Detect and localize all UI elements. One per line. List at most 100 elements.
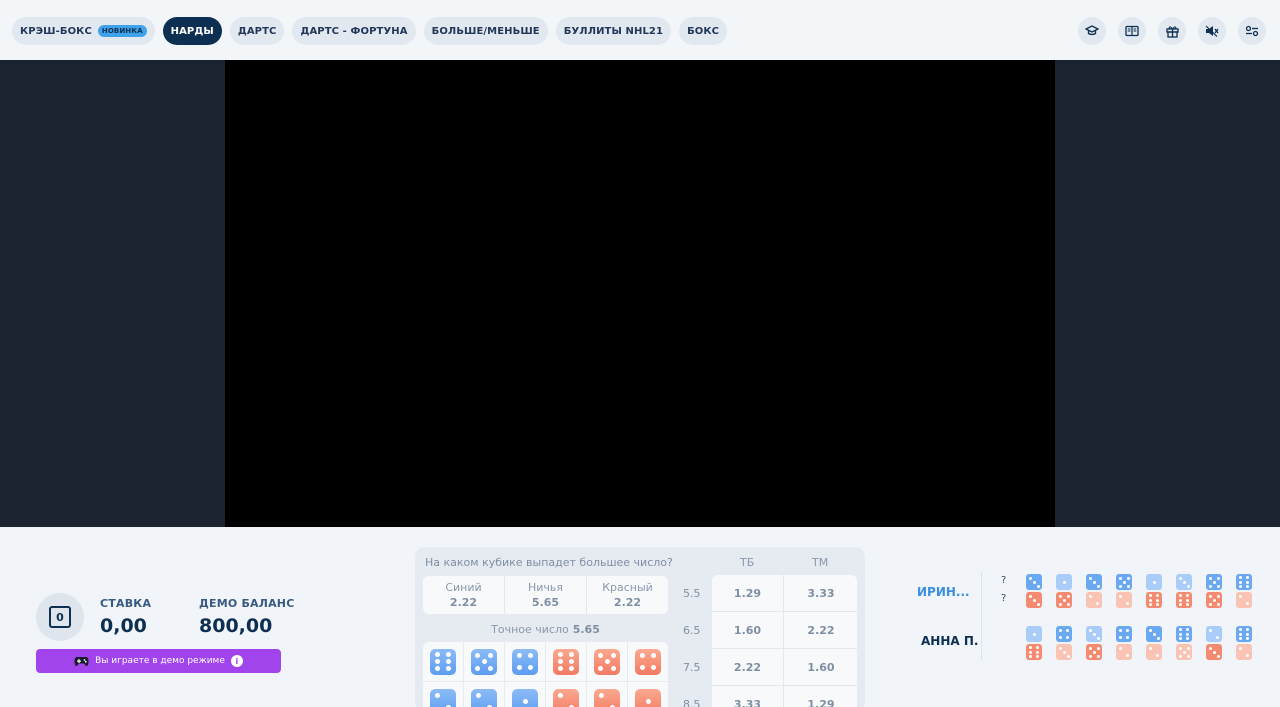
over-odds-button[interactable]: 3.33	[712, 686, 784, 707]
exact-number-option[interactable]	[464, 642, 505, 682]
settings-sliders-icon	[1245, 25, 1259, 37]
exact-number-odds: 5.65	[572, 623, 600, 636]
blue-die-1-icon	[512, 688, 538, 707]
history-die-icon	[1086, 574, 1102, 590]
exact-number-option[interactable]	[587, 642, 628, 682]
tab-backgammon[interactable]: НАРДЫ	[162, 17, 222, 45]
exact-number-option[interactable]	[423, 642, 464, 682]
history-die-icon	[1206, 592, 1222, 608]
exact-number-option[interactable]	[423, 682, 464, 707]
tab-higher-lower[interactable]: БОЛЬШЕ/МЕНЬШЕ	[423, 17, 548, 45]
tab-label: БОКС	[687, 25, 720, 37]
exact-number-option[interactable]	[464, 682, 505, 707]
tab-darts[interactable]: ДАРТС	[229, 17, 285, 45]
history-die-icon	[1176, 574, 1192, 590]
blue-die-5-icon	[471, 648, 497, 675]
over-odds-button[interactable]: 1.60	[712, 612, 784, 649]
history-divider	[981, 572, 982, 660]
history-die-icon	[1026, 592, 1042, 608]
blue-die-2-icon	[471, 688, 497, 707]
total-line: 7.5	[683, 661, 701, 674]
demo-mode-banner[interactable]: Вы играете в демо режиме i	[36, 649, 281, 673]
betting-area: 0 СТАВКА 0,00 ДЕМО БАЛАНС 800,00 Вы игра…	[0, 527, 1280, 707]
tab-label: ДАРТС - ФОРТУНА	[300, 25, 408, 37]
history-die-icon	[1236, 626, 1252, 642]
tab-darts-fortuna[interactable]: ДАРТС - ФОРТУНА	[292, 17, 416, 45]
option-name: Красный	[602, 581, 653, 594]
history-die-icon	[1086, 592, 1102, 608]
video-stream[interactable]	[225, 60, 1055, 527]
tab-label: БОЛЬШЕ/МЕНЬШЕ	[431, 25, 540, 37]
totals-row: 2.22 1.60	[712, 649, 857, 686]
history-die-icon	[1146, 574, 1162, 590]
exact-number-option[interactable]	[546, 682, 587, 707]
rules-book-icon	[1125, 25, 1139, 37]
chip-icon: 0	[49, 606, 71, 628]
tab-label: НАРДЫ	[170, 25, 214, 37]
over-odds-button[interactable]: 2.22	[712, 649, 784, 686]
red-die-2-icon	[594, 688, 620, 707]
history-die-icon	[1026, 644, 1042, 660]
bet-option-red[interactable]: Красный 2.22	[587, 576, 668, 614]
tab-label: БУЛЛИТЫ NHL21	[563, 25, 664, 37]
settings-button[interactable]	[1238, 17, 1266, 45]
under-odds-button[interactable]: 3.33	[785, 575, 857, 612]
over-odds-button[interactable]: 1.29	[712, 575, 784, 612]
red-die-2-icon	[553, 688, 579, 707]
top-navigation-bar: КРЭШ-БОКС НОВИНКА НАРДЫ ДАРТС ДАРТС - ФО…	[0, 0, 1280, 60]
exact-number-option[interactable]	[628, 642, 668, 682]
history-die-icon	[1206, 574, 1222, 590]
sound-toggle-button[interactable]	[1198, 17, 1226, 45]
chip-selector[interactable]: 0	[36, 593, 84, 641]
history-die-icon	[1146, 644, 1162, 660]
exact-number-option[interactable]	[587, 682, 628, 707]
info-icon[interactable]: i	[230, 655, 243, 667]
history-die-icon	[1176, 626, 1192, 642]
bet-option-draw[interactable]: Ничья 5.65	[505, 576, 587, 614]
balance-value: 800,00	[199, 615, 273, 637]
history-die-icon	[1206, 644, 1222, 660]
bet-option-blue[interactable]: Синий 2.22	[423, 576, 505, 614]
tab-shootouts-nhl21[interactable]: БУЛЛИТЫ NHL21	[555, 17, 672, 45]
sound-muted-icon	[1205, 25, 1219, 37]
balance-label: ДЕМО БАЛАНС	[199, 597, 295, 610]
exact-number-dice-grid	[423, 642, 668, 707]
new-badge: НОВИНКА	[97, 25, 147, 37]
blue-die-6-icon	[430, 648, 456, 675]
exact-number-option[interactable]	[628, 682, 668, 707]
app-root: КРЭШ-БОКС НОВИНКА НАРДЫ ДАРТС ДАРТС - ФО…	[0, 0, 1280, 707]
under-odds-button[interactable]: 1.29	[785, 686, 857, 707]
history-die-icon	[1236, 574, 1252, 590]
under-odds-button[interactable]: 2.22	[785, 612, 857, 649]
exact-number-option[interactable]	[546, 642, 587, 682]
exact-number-option[interactable]	[505, 642, 546, 682]
history-die-icon	[1026, 574, 1042, 590]
unknown-result-mark: ?	[1001, 593, 1007, 604]
stake-value: 0,00	[100, 615, 147, 637]
tab-boxing[interactable]: БОКС	[679, 17, 728, 45]
stake-label: СТАВКА	[100, 597, 152, 610]
tab-label: КРЭШ-БОКС	[20, 25, 92, 37]
rules-button[interactable]	[1118, 17, 1146, 45]
player-name: АННА П.	[921, 634, 979, 648]
exact-number-option[interactable]	[505, 682, 546, 707]
blue-die-4-icon	[512, 648, 538, 675]
player-name: ИРИН...	[917, 585, 970, 599]
under-odds-button[interactable]: 1.60	[785, 649, 857, 686]
option-odds: 2.22	[613, 596, 642, 609]
totals-row: 1.60 2.22	[712, 612, 857, 649]
exact-number-label: Точное число	[491, 623, 569, 636]
graduation-cap-icon	[1085, 25, 1099, 36]
red-die-6-icon	[553, 648, 579, 675]
tutorial-button[interactable]	[1078, 17, 1106, 45]
blue-die-2-icon	[430, 688, 456, 707]
option-name: Синий	[445, 581, 482, 594]
bonus-button[interactable]	[1158, 17, 1186, 45]
history-die-icon	[1116, 626, 1132, 642]
totals-row: 1.29 3.33	[712, 575, 857, 612]
tab-crash-box[interactable]: КРЭШ-БОКС НОВИНКА	[12, 17, 155, 45]
history-die-icon	[1056, 574, 1072, 590]
totals-table: 1.29 3.33 1.60 2.22 2.22 1.60 3.33 1.29	[712, 575, 857, 707]
history-die-icon	[1056, 592, 1072, 608]
totals-over-header: ТБ	[740, 556, 755, 569]
